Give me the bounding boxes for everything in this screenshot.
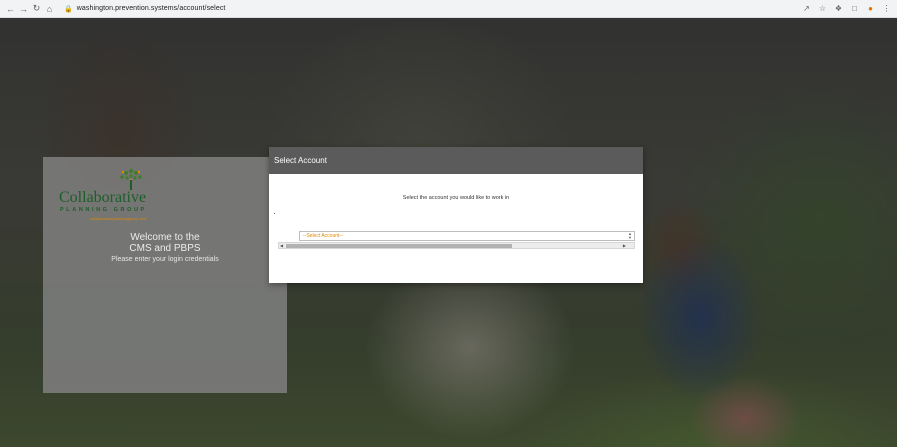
modal-header: Select Account	[269, 147, 643, 174]
menu-icon[interactable]: ⋮	[880, 2, 893, 16]
share-icon[interactable]: ↗	[800, 2, 813, 16]
toolbar-actions: ↗ ☆ ❖ □ ● ⋮	[797, 2, 897, 16]
modal-title: Select Account	[274, 156, 327, 165]
modal-body: Select the account you would like to wor…	[269, 174, 643, 283]
url-text: washington.prevention.systems/account/se…	[76, 5, 226, 12]
extension-icon[interactable]: ●	[864, 2, 877, 16]
logo-text: Collaborative	[59, 189, 147, 206]
account-select[interactable]: --Select Account-- ▲ ▼	[299, 231, 635, 241]
welcome-block: Welcome to the CMS and PBPS Please enter…	[43, 232, 287, 265]
divider-dot	[274, 213, 275, 214]
horizontal-scrollbar[interactable]: ◀ ▶	[278, 242, 635, 249]
welcome-line-2: CMS and PBPS	[129, 243, 201, 254]
login-panel: Collaborative PLANNING GROUP collaborati…	[43, 157, 287, 393]
lock-icon: 🔒	[64, 5, 73, 13]
modal-instruction: Select the account you would like to wor…	[402, 195, 510, 201]
scroll-left-icon[interactable]: ◀	[280, 243, 283, 249]
logo-subtitle: PLANNING GROUP	[60, 207, 147, 213]
logo: Collaborative PLANNING GROUP collaborati…	[59, 167, 159, 227]
scroll-right-icon[interactable]: ▶	[623, 243, 626, 249]
forward-arrow-icon[interactable]: →	[17, 2, 30, 16]
home-icon[interactable]: ⌂	[43, 2, 56, 16]
login-instruction: Please enter your login credentials	[111, 256, 219, 263]
logo-url: collaborativeplanninggroup.com	[90, 216, 147, 221]
welcome-line-1: Welcome to the	[130, 232, 200, 243]
address-bar[interactable]: 🔒 washington.prevention.systems/account/…	[60, 2, 229, 16]
star-icon[interactable]: ☆	[816, 2, 829, 16]
account-select-value: --Select Account--	[303, 233, 343, 239]
scrollbar-thumb[interactable]	[286, 244, 512, 248]
puzzle-icon[interactable]: ❖	[832, 2, 845, 16]
select-account-modal: Select Account Select the account you wo…	[269, 147, 643, 283]
tree-logo-icon	[120, 168, 142, 190]
select-spinner-icon[interactable]: ▲ ▼	[627, 232, 633, 240]
sidebar-icon[interactable]: □	[848, 2, 861, 16]
back-arrow-icon[interactable]: ←	[4, 2, 17, 16]
chevron-down-icon: ▼	[628, 235, 632, 240]
browser-toolbar: ← → ↻ ⌂ 🔒 washington.prevention.systems/…	[0, 0, 897, 18]
reload-icon[interactable]: ↻	[30, 2, 43, 16]
